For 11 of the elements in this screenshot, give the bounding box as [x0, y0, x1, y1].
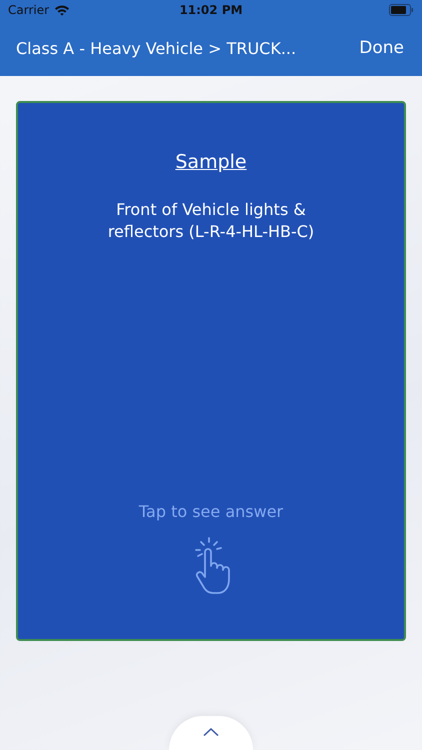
card-heading: Sample: [175, 151, 247, 173]
wifi-icon: [54, 4, 70, 16]
battery-icon: [389, 4, 414, 16]
carrier-name: Carrier: [8, 3, 50, 17]
nav-title: Class A - Heavy Vehicle > TRUCK...: [16, 38, 296, 58]
tap-hint: Tap to see answer: [138, 502, 284, 521]
clock-time: 11:02 PM: [179, 3, 243, 17]
question-text: Front of Vehicle lights & reflectors (L-R-4-HL-HB-C): [106, 199, 316, 244]
flashcard[interactable]: Sample Front of Vehicle lights & reflectors (L-R-4-HL-HB-C) Tap to see answer: [16, 101, 406, 641]
done-button[interactable]: Done: [357, 34, 406, 62]
chevron-up-icon: [203, 728, 219, 736]
